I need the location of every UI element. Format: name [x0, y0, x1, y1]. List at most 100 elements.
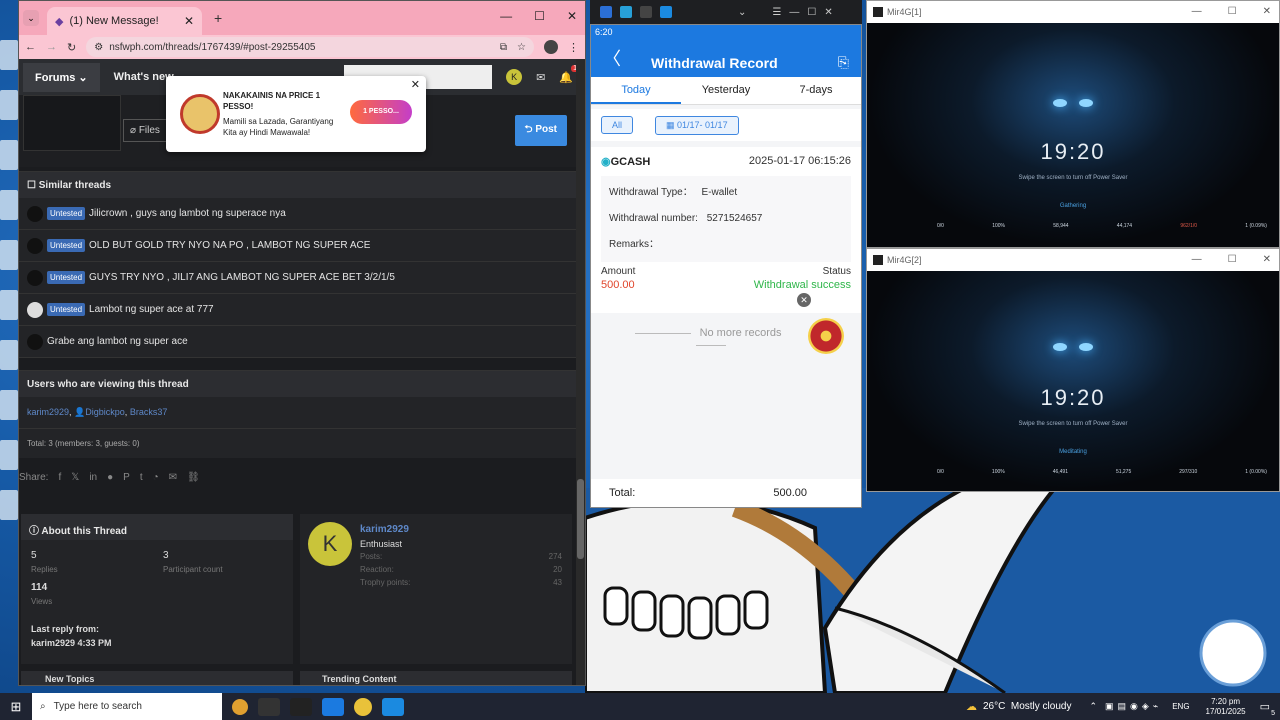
nav-whats-new[interactable]: What's new	[114, 71, 174, 83]
viewer-link[interactable]: karim2929	[27, 407, 69, 417]
tab-7-days[interactable]: 7-days	[771, 77, 861, 104]
taskbar-chrome-icon[interactable]	[354, 697, 372, 716]
thread-row[interactable]: Grabe ang lambot ng super ace	[19, 326, 577, 358]
app-icon[interactable]	[600, 6, 612, 18]
user-avatar[interactable]: K	[506, 69, 523, 85]
clock[interactable]: 7:20 pm 17/01/2025	[1206, 697, 1246, 717]
thread-row[interactable]: Untested GUYS TRY NYO , JILI7 ANG LAMBOT …	[19, 262, 577, 294]
start-icon[interactable]: ⊞	[0, 699, 32, 715]
close-icon[interactable]: ✕	[1263, 6, 1271, 17]
menu-icon[interactable]: ☰	[772, 7, 781, 18]
game-screen[interactable]: 19:20 Swipe the screen to turn off Power…	[867, 23, 1279, 247]
desktop-icon[interactable]	[0, 290, 18, 320]
thread-title[interactable]: GUYS TRY NYO , JILI7 ANG LAMBOT NG SUPER…	[89, 272, 395, 283]
close-icon[interactable]: ✕	[824, 7, 832, 18]
menu-dots-icon[interactable]: ⋮	[568, 41, 579, 54]
game-window-1[interactable]: Mir4G[1] — ☐ ✕ 19:20 Swipe the screen to t…	[866, 0, 1280, 248]
bell-icon[interactable]: 🔔1	[559, 64, 577, 84]
thread-title[interactable]: OLD BUT GOLD TRY NYO NA PO , LAMBOT NG S…	[89, 240, 370, 251]
thread-title[interactable]: Grabe ang lambot ng super ace	[47, 336, 188, 347]
close-icon[interactable]: ✕	[1263, 254, 1271, 265]
viewer-link[interactable]: Digbickpo	[85, 407, 125, 417]
thread-title[interactable]: Jilicrown , guys ang lambot ng superace …	[89, 208, 286, 219]
minimize-icon[interactable]: —	[500, 9, 512, 23]
desktop-icon[interactable]	[0, 40, 18, 70]
facebook-icon[interactable]: f	[58, 472, 61, 483]
maximize-icon[interactable]: ☐	[807, 7, 816, 18]
new-tab-icon[interactable]: +	[214, 10, 222, 26]
desktop-icon[interactable]	[0, 140, 18, 170]
taskbar-app-icon[interactable]	[290, 697, 312, 716]
close-tab-icon[interactable]: ✕	[184, 14, 194, 28]
taskbar-app-icon[interactable]	[322, 697, 344, 716]
language-indicator[interactable]: ENG	[1172, 702, 1189, 711]
desktop-icon[interactable]	[0, 390, 18, 420]
taskbar-app-icon[interactable]	[258, 697, 280, 716]
desktop-icon[interactable]	[0, 440, 18, 470]
dismiss-icon[interactable]: ✕	[797, 293, 811, 307]
chevron-down-icon[interactable]: ⌄	[738, 7, 746, 18]
x-icon[interactable]: 𝕏	[71, 472, 79, 483]
desktop-icon[interactable]	[0, 190, 18, 220]
tray-icons[interactable]: ▣▤◉◈⌁	[1105, 701, 1162, 712]
ad-cta-button[interactable]: 1 PESSO...	[350, 100, 412, 124]
maximize-icon[interactable]: ☐	[1228, 6, 1237, 17]
taskbar-search[interactable]: ⌕ Type here to search	[32, 693, 222, 720]
browser-tab[interactable]: ◆ (1) New Message! ✕	[47, 7, 202, 35]
tab-today[interactable]: Today	[591, 77, 681, 104]
taskbar-app-icon[interactable]	[382, 697, 404, 716]
thread-title[interactable]: Lambot ng super ace at 777	[89, 304, 214, 315]
scrollbar-thumb[interactable]	[577, 479, 584, 559]
lucky-wheel-icon[interactable]	[808, 318, 844, 354]
user-card-avatar[interactable]: K	[308, 522, 352, 566]
linkedin-icon[interactable]: in	[89, 472, 97, 483]
thread-row[interactable]: Untested Lambot ng super ace at 777	[19, 294, 577, 326]
back-icon[interactable]: ←	[25, 41, 36, 53]
minimize-icon[interactable]: —	[1192, 6, 1202, 17]
maximize-icon[interactable]: ☐	[1228, 254, 1237, 265]
taskbar-app-icon[interactable]	[232, 698, 248, 715]
pinterest-icon[interactable]: P	[123, 472, 130, 483]
reload-icon[interactable]: ↻	[67, 41, 76, 54]
thread-row[interactable]: Untested OLD BUT GOLD TRY NYO NA PO , LAM…	[19, 230, 577, 262]
email-icon[interactable]: ✉	[169, 472, 177, 483]
post-button[interactable]: ⮌ Post	[514, 115, 567, 146]
back-icon[interactable]: 〈	[603, 45, 621, 71]
nav-forums[interactable]: Forums ⌄	[23, 62, 100, 92]
editor-area[interactable]	[23, 95, 121, 151]
minimize-icon[interactable]: —	[1192, 254, 1202, 265]
address-bar[interactable]: ⚙ nsfwph.com/threads/1767439/#post-29255…	[86, 37, 534, 57]
app-icon[interactable]	[620, 6, 632, 18]
bookmark-star-icon[interactable]: ☆	[517, 42, 526, 53]
app-icon[interactable]	[660, 6, 672, 18]
link-icon[interactable]: ⛓	[187, 472, 200, 483]
install-icon[interactable]: ⧉	[500, 42, 507, 53]
game-window-2[interactable]: Mir4G[2] — ☐ ✕ 19:20 Swipe the screen to t…	[866, 248, 1280, 492]
game-screen[interactable]: 19:20 Swipe the screen to turn off Power…	[867, 271, 1279, 491]
desktop-icon[interactable]	[0, 90, 18, 120]
tab-yesterday[interactable]: Yesterday	[681, 77, 771, 104]
reddit-icon[interactable]: ●	[107, 472, 113, 483]
site-info-icon[interactable]: ⚙	[94, 42, 103, 53]
desktop-icon[interactable]	[0, 240, 18, 270]
tumblr-icon[interactable]: t	[140, 472, 143, 483]
weather-text[interactable]: 26°C Mostly cloudy	[983, 701, 1071, 712]
forward-icon[interactable]: →	[46, 41, 57, 53]
page-scrollbar[interactable]	[576, 59, 585, 685]
close-window-icon[interactable]: ✕	[567, 9, 577, 23]
export-icon[interactable]: ⎘	[838, 54, 849, 71]
files-button[interactable]: ⌀ Files	[123, 119, 167, 142]
user-name[interactable]: karim2929	[360, 524, 409, 535]
mail-icon[interactable]: ✉	[536, 71, 545, 84]
whatsapp-icon[interactable]: ◔	[153, 472, 159, 483]
filter-date[interactable]: ▦ 01/17- 01/17	[655, 115, 739, 135]
tray-chevron-icon[interactable]: ⌃	[1089, 701, 1097, 712]
minimize-icon[interactable]: —	[789, 7, 799, 18]
ad-close-icon[interactable]: ✕	[411, 78, 420, 91]
tab-search-icon[interactable]: ⌄	[23, 10, 39, 26]
filter-all[interactable]: All	[601, 116, 634, 134]
notification-icon[interactable]: ▭ 5	[1260, 700, 1275, 717]
viewer-link[interactable]: Bracks37	[130, 407, 168, 417]
app-icon[interactable]	[640, 6, 652, 18]
ad-popup[interactable]: NAKAKAINIS NA PRICE 1 PESSO! Mamili sa L…	[166, 76, 426, 152]
